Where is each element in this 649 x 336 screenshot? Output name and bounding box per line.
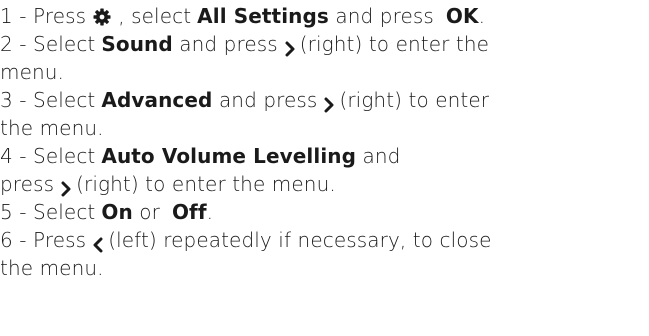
step-4-prefix: 4 - Select	[0, 144, 96, 168]
step-2-line2: menu.	[0, 60, 64, 84]
step-2-sound: Sound	[101, 32, 173, 56]
step-6-line2: the menu.	[0, 256, 104, 280]
step-1-mid1: , select	[118, 4, 192, 28]
step-2-prefix: 2 - Select	[0, 32, 96, 56]
step-4-mid1: and	[362, 144, 401, 168]
chevron-left-icon	[92, 232, 104, 252]
instruction-list: 1 - Press , select All Settings and press O…	[0, 0, 649, 336]
chevron-right-icon	[323, 92, 335, 112]
step-2: 2 - Select Sound and press (right) to ente…	[0, 30, 649, 58]
step-1-all-settings: All Settings	[197, 4, 329, 28]
step-6-continued: the menu.	[0, 254, 649, 282]
step-2-end: (right) to enter the	[299, 32, 490, 56]
step-3-end: (right) to enter	[339, 88, 490, 112]
step-6-end: (left) repeatedly if necessary, to close	[108, 228, 492, 252]
step-2-mid1: and press	[179, 32, 278, 56]
step-1-prefix: 1 - Press	[0, 4, 87, 28]
step-6: 6 - Press (left) repeatedly if necessary,…	[0, 226, 649, 254]
chevron-right-icon	[284, 36, 296, 56]
step-5-end: .	[206, 200, 214, 224]
step-3: 3 - Select Advanced and press (right) to e…	[0, 86, 649, 114]
step-4-line2-end: (right) to enter the menu.	[76, 172, 336, 196]
step-3-mid1: and press	[218, 88, 318, 112]
step-2-continued: menu.	[0, 58, 649, 86]
step-3-advanced: Advanced	[101, 88, 213, 112]
step-4-auto-volume-levelling: Auto Volume Levelling	[101, 144, 357, 168]
step-5-mid1: or	[139, 200, 160, 224]
step-5: 5 - Select On or Off.	[0, 198, 649, 226]
step-3-line2: the menu.	[0, 116, 104, 140]
step-5-off: Off	[171, 200, 207, 224]
step-6-prefix: 6 - Press	[0, 228, 87, 252]
gear-icon	[92, 6, 112, 26]
chevron-right-icon	[60, 176, 72, 196]
step-4-continued: press (right) to enter the menu.	[0, 170, 649, 198]
step-5-on: On	[101, 200, 133, 224]
step-1-ok: OK	[445, 4, 479, 28]
step-1-mid2: and press	[335, 4, 434, 28]
step-1: 1 - Press , select All Settings and press O…	[0, 2, 649, 30]
step-3-prefix: 3 - Select	[0, 88, 96, 112]
step-1-end: .	[478, 4, 486, 28]
step-3-continued: the menu.	[0, 114, 649, 142]
step-4: 4 - Select Auto Volume Levelling and	[0, 142, 649, 170]
step-4-line2-prefix: press	[0, 172, 55, 196]
step-5-prefix: 5 - Select	[0, 200, 96, 224]
